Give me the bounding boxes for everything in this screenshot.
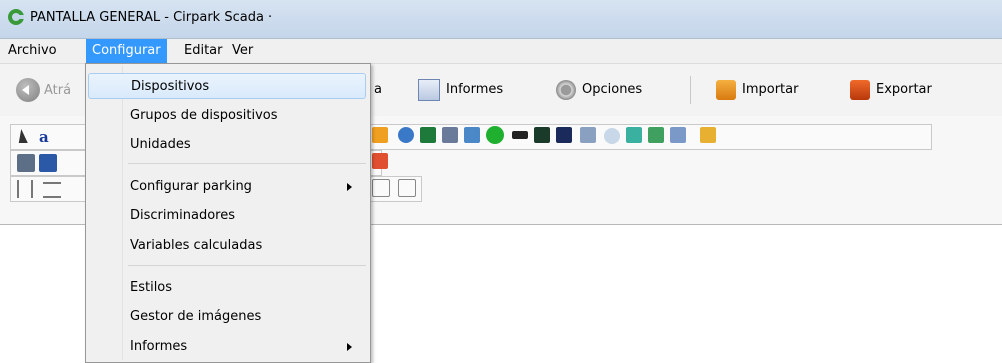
printer-icon[interactable] xyxy=(442,127,458,143)
back-arrow-icon[interactable] xyxy=(16,78,40,102)
partial-toolbar-label[interactable]: a xyxy=(374,74,382,106)
menu-item-label: Discriminadores xyxy=(130,208,236,223)
green-light-icon[interactable] xyxy=(486,126,504,144)
menu-item-dispositivos[interactable]: Dispositivos xyxy=(88,73,366,99)
app-logo-icon xyxy=(8,9,24,25)
menu-item-discriminadores[interactable]: Discriminadores xyxy=(88,203,366,229)
loop-icon[interactable] xyxy=(604,128,620,144)
importar-button[interactable]: Importar xyxy=(716,74,798,106)
menu-configurar[interactable]: Configurar xyxy=(86,39,167,63)
exportar-label: Exportar xyxy=(876,82,932,97)
distribute-icon[interactable] xyxy=(372,179,390,197)
menu-bar: Archivo Configurar Editar Ver xyxy=(0,39,1002,64)
sensor-icon[interactable] xyxy=(626,127,642,143)
counter-icon[interactable] xyxy=(534,127,550,143)
configurar-dropdown-menu: Dispositivos Grupos de dispositivos Unid… xyxy=(85,63,371,363)
menu-item-label: Informes xyxy=(130,339,188,354)
menu-editar[interactable]: Editar xyxy=(178,39,229,63)
menu-item-variables-calculadas[interactable]: Variables calculadas xyxy=(88,233,366,259)
report-icon xyxy=(418,78,440,101)
menu-item-label: Gestor de imágenes xyxy=(130,309,262,324)
chart-icon[interactable] xyxy=(648,127,664,143)
file-toolbar-icon[interactable] xyxy=(372,153,388,169)
save-as-icon[interactable] xyxy=(39,154,57,172)
export-icon xyxy=(850,79,870,100)
delete-tool-icon[interactable] xyxy=(700,127,716,143)
menu-item-configurar-parking[interactable]: Configurar parking xyxy=(88,174,366,200)
pointer-tool-icon[interactable] xyxy=(17,128,35,146)
align-vertical-icon[interactable] xyxy=(43,182,61,198)
menu-item-label: Estilos xyxy=(130,280,173,295)
title-bar: PANTALLA GENERAL - Cirpark Scada · xyxy=(0,0,1002,39)
menu-item-label: Unidades xyxy=(130,137,191,152)
align-horizontal-icon[interactable] xyxy=(17,180,33,198)
menu-item-label: Grupos de dispositivos xyxy=(130,108,278,123)
menu-item-informes[interactable]: Informes xyxy=(88,334,366,360)
menu-item-estilos[interactable]: Estilos xyxy=(88,275,366,301)
informes-button[interactable]: Informes xyxy=(418,74,503,106)
menu-item-label: Configurar parking xyxy=(130,179,252,194)
submenu-arrow-icon xyxy=(347,183,352,191)
barrier-icon[interactable] xyxy=(512,131,528,139)
menu-item-gestor-de-imagenes[interactable]: Gestor de imágenes xyxy=(88,304,366,330)
panel-icon[interactable] xyxy=(556,127,572,143)
importar-label: Importar xyxy=(742,82,799,97)
window-title: PANTALLA GENERAL - Cirpark Scada · xyxy=(30,10,273,25)
text-tool-icon[interactable]: a xyxy=(39,128,57,146)
display-icon[interactable] xyxy=(420,127,436,143)
ticket-icon[interactable] xyxy=(464,127,480,143)
save-icon[interactable] xyxy=(17,154,35,172)
opciones-button[interactable]: Opciones xyxy=(556,74,642,106)
opciones-label: Opciones xyxy=(582,82,643,97)
spacing-icon[interactable] xyxy=(398,179,416,197)
back-button-label[interactable]: Atrá xyxy=(44,83,71,98)
device-icon-2[interactable] xyxy=(398,127,414,143)
menu-item-grupos-de-dispositivos[interactable]: Grupos de dispositivos xyxy=(88,103,366,129)
exportar-button[interactable]: Exportar xyxy=(850,74,932,106)
informes-label: Informes xyxy=(446,82,504,97)
menu-separator xyxy=(128,265,366,266)
menu-item-label: Variables calculadas xyxy=(130,238,263,253)
menu-archivo[interactable]: Archivo xyxy=(2,39,63,63)
device-icon-3[interactable] xyxy=(670,127,686,143)
menu-ver[interactable]: Ver xyxy=(226,39,259,63)
menu-separator xyxy=(128,163,366,164)
import-icon xyxy=(716,79,736,100)
submenu-arrow-icon xyxy=(347,343,352,351)
toolbar-separator xyxy=(690,76,691,104)
menu-item-unidades[interactable]: Unidades xyxy=(88,132,366,158)
camera-icon[interactable] xyxy=(580,127,596,143)
gears-icon xyxy=(556,79,576,100)
menu-item-label: Dispositivos xyxy=(131,79,210,94)
device-icon-1[interactable] xyxy=(372,127,388,143)
